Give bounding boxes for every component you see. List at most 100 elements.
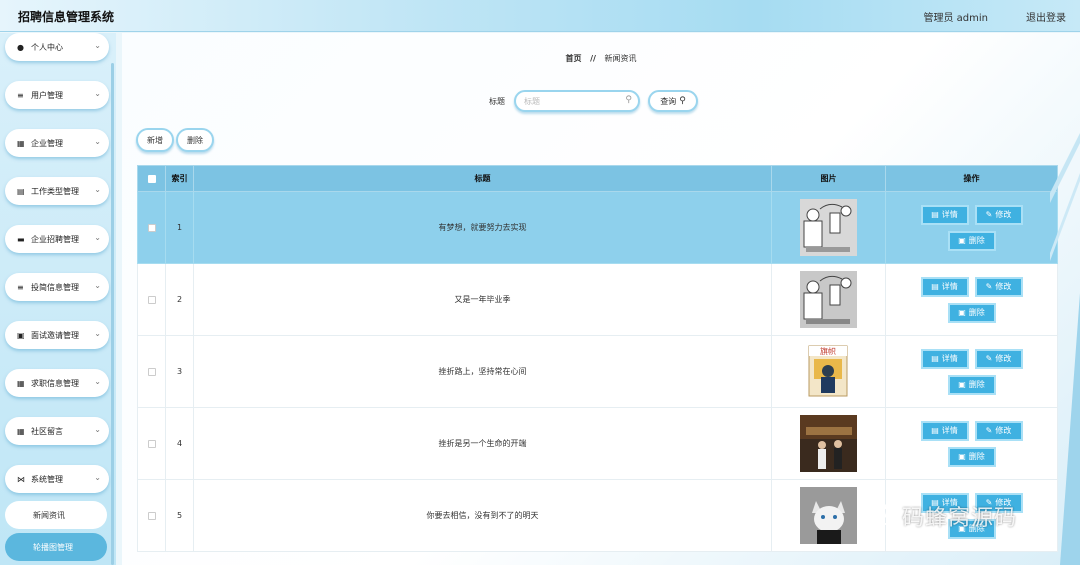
svg-text:旗帜: 旗帜: [820, 346, 836, 356]
select-all-checkbox[interactable]: [147, 174, 156, 183]
logout-link[interactable]: 退出登录: [1026, 9, 1066, 24]
chevron-down-icon: ⌄: [94, 41, 101, 50]
sidebar-subitem-news[interactable]: 新闻资讯: [5, 501, 107, 529]
row-checkbox[interactable]: [147, 223, 156, 232]
stamp-icon: ▬: [17, 234, 25, 244]
detail-button[interactable]: ▤ 详情: [920, 420, 969, 441]
table-header-row: 索引 标题 图片 操作: [137, 165, 1058, 192]
bowtie-icon: ⋈: [17, 474, 25, 484]
breadcrumb-home[interactable]: 首页: [566, 54, 582, 63]
decorative-stripes: [1050, 133, 1080, 565]
query-button[interactable]: 查询 ⚲: [648, 90, 698, 112]
row-index: 5: [165, 479, 194, 552]
sidebar-item-user-management[interactable]: ≡ 用户管理 ⌄: [5, 81, 109, 109]
chevron-down-icon: ⌄: [94, 425, 101, 434]
trash-icon: ▣: [958, 236, 966, 245]
sidebar-subitem-carousel[interactable]: 轮播图管理: [5, 533, 107, 561]
sidebar-scrollbar[interactable]: [111, 63, 114, 565]
edit-label: 修改: [995, 426, 1012, 435]
search-field-wrapper: ⚲: [514, 90, 640, 112]
sidebar-item-label: 系统管理: [31, 474, 63, 484]
sidebar-item-community-messages[interactable]: ▦ 社区留言 ⌄: [5, 417, 109, 445]
delete-label: 删除: [968, 308, 985, 317]
sidebar-item-jobseeker-management[interactable]: ▦ 求职信息管理 ⌄: [5, 369, 109, 397]
row-select-cell: [137, 479, 166, 552]
row-ops-cell: ▤ 详情 ✎ 修改 ▣ 删除: [885, 263, 1058, 336]
row-checkbox[interactable]: [147, 511, 156, 520]
add-button[interactable]: 新增: [136, 128, 174, 152]
document-icon: ▤: [931, 210, 939, 219]
detail-button[interactable]: ▤ 详情: [920, 492, 969, 513]
row-select-cell: [137, 263, 166, 336]
sidebar-item-system-management[interactable]: ⋈ 系统管理 ⌄: [5, 465, 109, 493]
row-title: 有梦想，就要努力去实现: [193, 191, 772, 264]
list-icon: ≡: [17, 282, 24, 292]
row-checkbox[interactable]: [147, 439, 156, 448]
edit-button[interactable]: ✎ 修改: [974, 348, 1023, 369]
detail-label: 详情: [941, 354, 958, 363]
table-row[interactable]: 3 挫折路上，坚持常在心间 旗帜 ▤ 详情 ✎ 修改 ▣ 删除: [137, 335, 1058, 408]
row-select-cell: [137, 191, 166, 264]
breadcrumb: 首页 // 新闻资讯: [122, 53, 1080, 64]
table-row[interactable]: 1 有梦想，就要努力去实现 ▤ 详情 ✎ 修改 ▣ 删除: [137, 191, 1058, 264]
list-icon: ≡: [17, 90, 24, 100]
chevron-down-icon: ⌄: [94, 233, 101, 242]
detail-button[interactable]: ▤ 详情: [920, 276, 969, 297]
sidebar-item-company-management[interactable]: ▦ 企业管理 ⌄: [5, 129, 109, 157]
row-select-cell: [137, 335, 166, 408]
detail-button[interactable]: ▤ 详情: [920, 348, 969, 369]
edit-button[interactable]: ✎ 修改: [974, 492, 1023, 513]
detail-label: 详情: [941, 498, 958, 507]
news-image-thumbnail[interactable]: [800, 199, 857, 256]
delete-button[interactable]: ▣ 删除: [947, 374, 996, 395]
column-header-title: 标题: [193, 165, 772, 192]
table-row[interactable]: 5 你要去相信，没有到不了的明天 ▤ 详情 ✎ 修改 ▣ 删除: [137, 479, 1058, 552]
row-ops-cell: ▤ 详情 ✎ 修改 ▣ 删除: [885, 479, 1058, 552]
row-image-cell: [771, 191, 886, 264]
sidebar: ● 个人中心 ⌄ ≡ 用户管理 ⌄ ▦ 企业管理 ⌄ ▤ 工作类型管理 ⌄ ▬ …: [0, 33, 116, 565]
row-index: 4: [165, 407, 194, 480]
edit-button[interactable]: ✎ 修改: [974, 276, 1023, 297]
chevron-down-icon: ⌄: [94, 89, 101, 98]
main-content: 首页 // 新闻资讯 标题 ⚲ 查询 ⚲ 新增 删除 索引 标题 图片 操作: [122, 33, 1080, 565]
news-image-thumbnail[interactable]: [800, 271, 857, 328]
delete-button[interactable]: ▣ 删除: [947, 446, 996, 467]
sidebar-item-job-type-management[interactable]: ▤ 工作类型管理 ⌄: [5, 177, 109, 205]
pencil-icon: ✎: [985, 282, 993, 291]
breadcrumb-current: 新闻资讯: [604, 54, 637, 63]
search-label: 标题: [489, 97, 505, 106]
row-image-cell: [771, 407, 886, 480]
edit-button[interactable]: ✎ 修改: [974, 204, 1023, 225]
table-row[interactable]: 2 又是一年毕业季 ▤ 详情 ✎ 修改 ▣ 删除: [137, 263, 1058, 336]
delete-button[interactable]: ▣ 删除: [947, 518, 996, 539]
detail-button[interactable]: ▤ 详情: [920, 204, 969, 225]
row-checkbox[interactable]: [147, 367, 156, 376]
sidebar-item-resume-management[interactable]: ≡ 投简信息管理 ⌄: [5, 273, 109, 301]
delete-button[interactable]: ▣ 删除: [947, 230, 996, 251]
sidebar-item-label: 求职信息管理: [31, 378, 79, 388]
news-image-thumbnail[interactable]: 旗帜: [800, 343, 857, 400]
user-info: 管理员 admin: [923, 13, 988, 24]
row-checkbox[interactable]: [147, 295, 156, 304]
chevron-down-icon: ⌄: [94, 281, 101, 290]
column-header-index: 索引: [165, 165, 194, 192]
sidebar-item-recruitment-management[interactable]: ▬ 企业招聘管理 ⌄: [5, 225, 109, 253]
table-row[interactable]: 4 挫折是另一个生命的开端 ▤ 详情 ✎ 修改 ▣ 删除: [137, 407, 1058, 480]
column-header-ops: 操作: [885, 165, 1058, 192]
row-image-cell: [771, 263, 886, 336]
delete-label: 删除: [968, 380, 985, 389]
select-all-cell: [137, 165, 166, 192]
sidebar-item-interview-management[interactable]: ▣ 面试邀请管理 ⌄: [5, 321, 109, 349]
news-image-thumbnail[interactable]: [800, 415, 857, 472]
sidebar-item-personal-center[interactable]: ● 个人中心 ⌄: [5, 33, 109, 61]
sidebar-item-label: 社区留言: [31, 426, 63, 436]
sidebar-item-label: 企业管理: [31, 138, 63, 148]
search-icon: ⚲: [679, 96, 686, 106]
edit-button[interactable]: ✎ 修改: [974, 420, 1023, 441]
news-image-thumbnail[interactable]: [800, 487, 857, 544]
batch-delete-button[interactable]: 删除: [176, 128, 214, 152]
pencil-icon: ✎: [985, 498, 993, 507]
delete-button[interactable]: ▣ 删除: [947, 302, 996, 323]
app-title: 招聘信息管理系统: [18, 10, 115, 24]
search-input[interactable]: [524, 92, 624, 110]
